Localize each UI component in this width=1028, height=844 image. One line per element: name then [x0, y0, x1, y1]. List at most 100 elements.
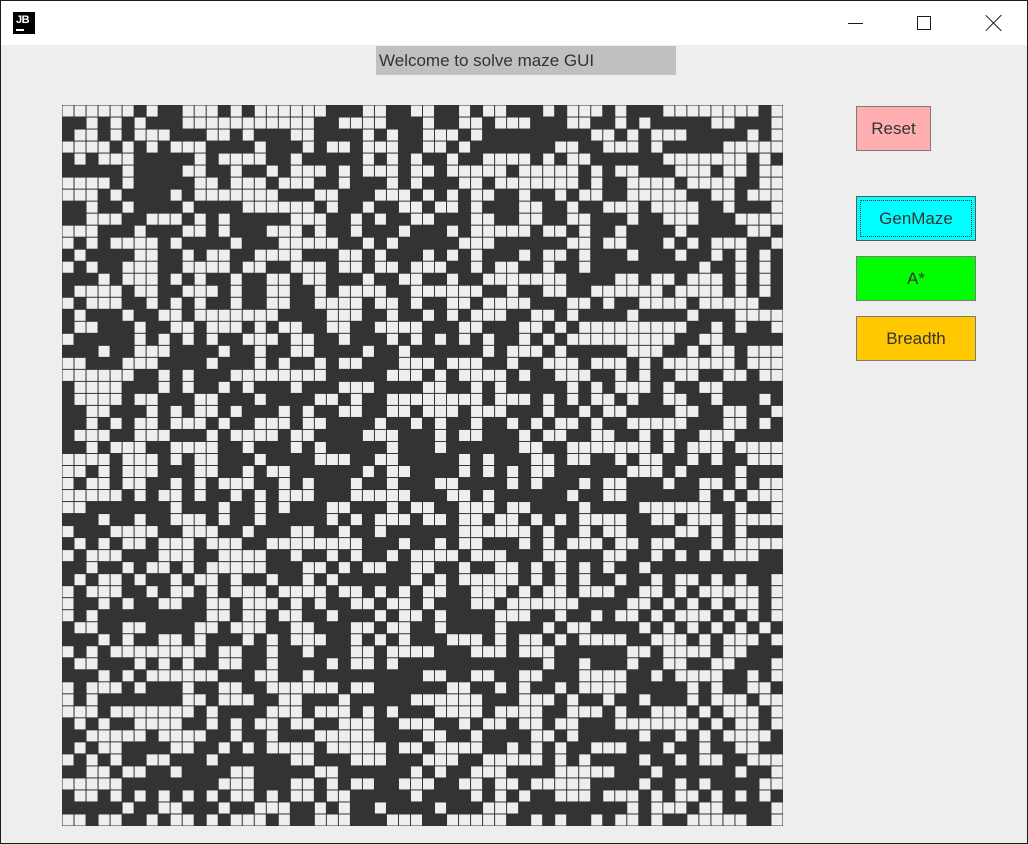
maze-open-cell[interactable] [543, 598, 555, 610]
maze-open-cell[interactable] [555, 574, 567, 586]
maze-open-cell[interactable] [242, 369, 254, 381]
maze-open-cell[interactable] [266, 706, 278, 718]
maze-open-cell[interactable] [122, 153, 134, 165]
maze-open-cell[interactable] [350, 249, 362, 261]
maze-open-cell[interactable] [723, 417, 735, 429]
maze-open-cell[interactable] [398, 610, 410, 622]
maze-open-cell[interactable] [663, 622, 675, 634]
maze-open-cell[interactable] [579, 790, 591, 802]
maze-open-cell[interactable] [579, 706, 591, 718]
maze-open-cell[interactable] [615, 237, 627, 249]
maze-open-cell[interactable] [230, 814, 242, 826]
maze-open-cell[interactable] [242, 309, 254, 321]
maze-open-cell[interactable] [483, 466, 495, 478]
maze-open-cell[interactable] [675, 634, 687, 646]
maze-open-cell[interactable] [735, 405, 747, 417]
title-bar[interactable]: JB [1, 1, 1027, 45]
maze-open-cell[interactable] [110, 706, 122, 718]
maze-open-cell[interactable] [435, 514, 447, 526]
maze-open-cell[interactable] [314, 225, 326, 237]
maze-open-cell[interactable] [302, 333, 314, 345]
maze-open-cell[interactable] [687, 369, 699, 381]
maze-open-cell[interactable] [699, 502, 711, 514]
maze-open-cell[interactable] [771, 658, 783, 670]
maze-open-cell[interactable] [675, 574, 687, 586]
maze-open-cell[interactable] [62, 610, 74, 622]
maze-open-cell[interactable] [519, 586, 531, 598]
maze-open-cell[interactable] [423, 502, 435, 514]
maze-open-cell[interactable] [507, 177, 519, 189]
maze-open-cell[interactable] [723, 634, 735, 646]
maze-open-cell[interactable] [591, 105, 603, 117]
maze-open-cell[interactable] [170, 586, 182, 598]
maze-open-cell[interactable] [603, 237, 615, 249]
maze-open-cell[interactable] [206, 285, 218, 297]
maze-open-cell[interactable] [447, 742, 459, 754]
maze-open-cell[interactable] [134, 658, 146, 670]
maze-open-cell[interactable] [110, 682, 122, 694]
maze-open-cell[interactable] [519, 502, 531, 514]
maze-open-cell[interactable] [266, 730, 278, 742]
maze-open-cell[interactable] [218, 778, 230, 790]
maze-open-cell[interactable] [747, 297, 759, 309]
maze-open-cell[interactable] [170, 514, 182, 526]
maze-open-cell[interactable] [771, 321, 783, 333]
maze-open-cell[interactable] [555, 285, 567, 297]
maze-open-cell[interactable] [483, 490, 495, 502]
maze-open-cell[interactable] [170, 814, 182, 826]
maze-open-cell[interactable] [687, 357, 699, 369]
maze-open-cell[interactable] [423, 562, 435, 574]
maze-open-cell[interactable] [759, 285, 771, 297]
maze-open-cell[interactable] [579, 225, 591, 237]
maze-open-cell[interactable] [759, 249, 771, 261]
maze-open-cell[interactable] [122, 730, 134, 742]
maze-open-cell[interactable] [723, 237, 735, 249]
maze-open-cell[interactable] [627, 610, 639, 622]
maze-open-cell[interactable] [471, 213, 483, 225]
maze-open-cell[interactable] [338, 381, 350, 393]
maze-open-cell[interactable] [663, 213, 675, 225]
maze-open-cell[interactable] [122, 478, 134, 490]
maze-open-cell[interactable] [471, 201, 483, 213]
maze-open-cell[interactable] [374, 417, 386, 429]
maze-open-cell[interactable] [435, 478, 447, 490]
maze-open-cell[interactable] [747, 141, 759, 153]
maze-open-cell[interactable] [567, 778, 579, 790]
maze-open-cell[interactable] [410, 357, 422, 369]
maze-open-cell[interactable] [74, 189, 86, 201]
maze-open-cell[interactable] [386, 514, 398, 526]
maze-open-cell[interactable] [98, 814, 110, 826]
maze-open-cell[interactable] [699, 261, 711, 273]
maze-open-cell[interactable] [230, 177, 242, 189]
maze-open-cell[interactable] [543, 586, 555, 598]
maze-open-cell[interactable] [531, 514, 543, 526]
maze-open-cell[interactable] [278, 466, 290, 478]
maze-open-cell[interactable] [471, 598, 483, 610]
maze-open-cell[interactable] [254, 153, 266, 165]
maze-open-cell[interactable] [555, 177, 567, 189]
maze-open-cell[interactable] [435, 622, 447, 634]
maze-open-cell[interactable] [98, 634, 110, 646]
maze-open-cell[interactable] [98, 153, 110, 165]
maze-open-cell[interactable] [771, 598, 783, 610]
maze-open-cell[interactable] [278, 117, 290, 129]
maze-open-cell[interactable] [170, 273, 182, 285]
maze-open-cell[interactable] [651, 141, 663, 153]
maze-open-cell[interactable] [687, 309, 699, 321]
maze-open-cell[interactable] [471, 502, 483, 514]
maze-open-cell[interactable] [314, 285, 326, 297]
maze-open-cell[interactable] [62, 526, 74, 538]
maze-open-cell[interactable] [747, 754, 759, 766]
maze-open-cell[interactable] [278, 237, 290, 249]
maze-open-cell[interactable] [230, 189, 242, 201]
maze-open-cell[interactable] [591, 429, 603, 441]
maze-open-cell[interactable] [362, 273, 374, 285]
maze-open-cell[interactable] [615, 141, 627, 153]
maze-open-cell[interactable] [338, 453, 350, 465]
maze-open-cell[interactable] [723, 165, 735, 177]
maze-open-cell[interactable] [579, 658, 591, 670]
maze-open-cell[interactable] [663, 429, 675, 441]
maze-open-cell[interactable] [206, 526, 218, 538]
maze-open-cell[interactable] [471, 814, 483, 826]
maze-open-cell[interactable] [447, 694, 459, 706]
